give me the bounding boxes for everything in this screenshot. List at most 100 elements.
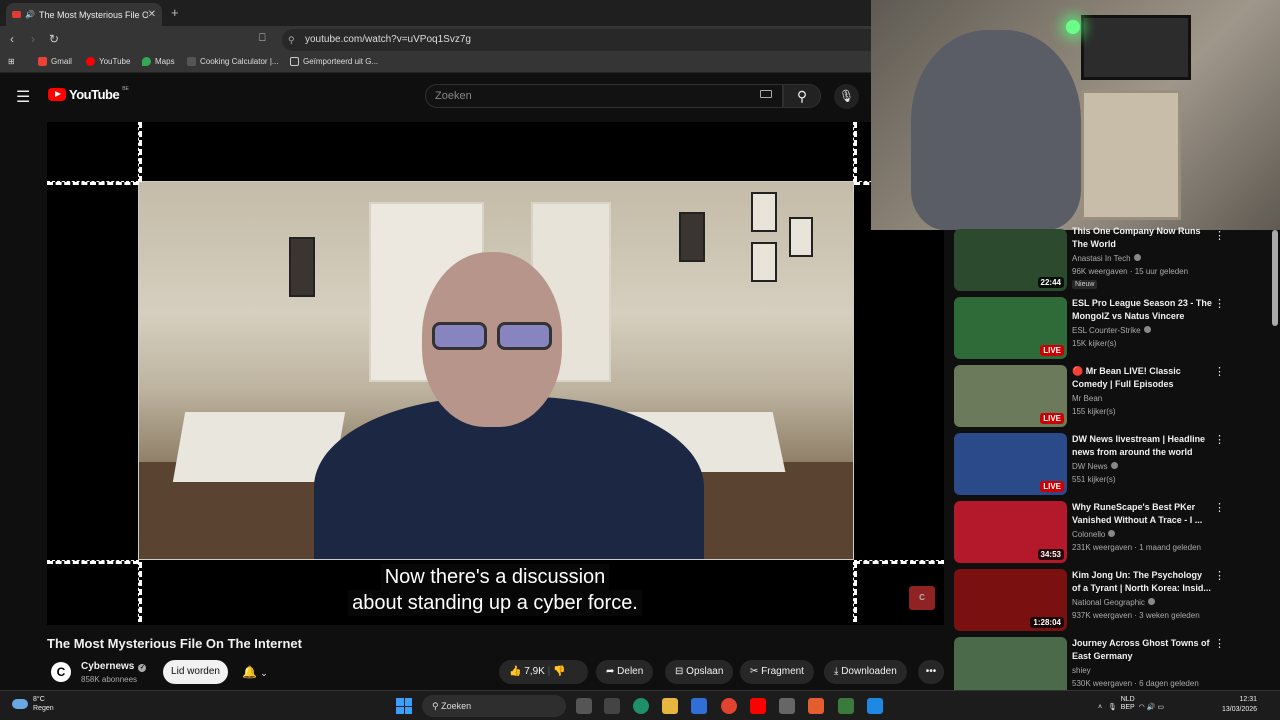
recommendation-channel[interactable]: ESL Counter-Strike <box>1072 326 1151 335</box>
youtube-app-icon[interactable] <box>750 698 766 714</box>
channel-avatar[interactable]: C <box>51 662 71 682</box>
menu-icon[interactable]: ☰ <box>16 87 30 107</box>
recommendation-channel[interactable]: Colonello <box>1072 530 1116 539</box>
recommendation-thumbnail[interactable]: LIVE <box>954 365 1067 427</box>
recommendation-title[interactable]: This One Company Now Runs The World <box>1072 225 1212 251</box>
clip-button[interactable]: ✂ Fragment <box>740 660 814 684</box>
bookmark-imported-folder[interactable]: Geïmporteerd uit G... <box>290 57 378 66</box>
recommendation-thumbnail[interactable]: 1:28:04 <box>954 569 1067 631</box>
notification-bell-button[interactable]: 🔔 ⌄ <box>238 660 282 684</box>
gmail-icon <box>38 57 47 66</box>
back-icon[interactable]: ‹ <box>10 32 14 46</box>
chevron-up-icon[interactable]: ˄ <box>1098 704 1102 711</box>
keyboard-layout[interactable]: BEP <box>1121 704 1135 711</box>
more-vert-icon[interactable]: ⋮ <box>1214 433 1225 446</box>
recommendation-thumbnail[interactable]: 22:44 <box>954 229 1067 291</box>
app-icon[interactable] <box>867 698 883 714</box>
browser-tab[interactable]: 🔊 The Most Mysterious File On ✕ <box>6 3 162 26</box>
recommendation-thumbnail[interactable]: LIVE <box>954 297 1067 359</box>
join-button[interactable]: Lid worden <box>163 660 228 684</box>
volume-icon[interactable]: 🔊 <box>1147 704 1156 711</box>
bookmark-icon[interactable]: ⎕ <box>259 32 266 45</box>
speaker-icon[interactable]: 🔊 <box>25 10 35 19</box>
brave-icon[interactable] <box>808 698 824 714</box>
recommendation-meta: 551 kijker(s) <box>1072 475 1116 484</box>
weather-widget[interactable]: 8°C Regen <box>12 695 54 713</box>
start-button[interactable] <box>396 698 412 714</box>
bookmark-cooking-calculator[interactable]: Cooking Calculator |... <box>187 57 279 66</box>
chrome-icon[interactable] <box>721 698 737 714</box>
recommendation-title[interactable]: Journey Across Ghost Towns of East Germa… <box>1072 637 1212 663</box>
recommendation-channel[interactable]: Anastasi In Tech <box>1072 254 1141 263</box>
channel-watermark-icon[interactable]: C <box>909 586 935 610</box>
site-info-icon[interactable]: ⚲ <box>288 29 295 51</box>
taskbar-search[interactable]: ⚲ Zoeken <box>422 695 566 717</box>
recommendation-item[interactable]: LIVE ESL Pro League Season 23 - The Mong… <box>954 297 1280 359</box>
recommendation-thumbnail[interactable]: LIVE <box>954 433 1067 495</box>
sidebar-scrollbar[interactable] <box>1272 230 1278 326</box>
more-vert-icon[interactable]: ⋮ <box>1214 365 1225 378</box>
save-button[interactable]: ⊟ Opslaan <box>665 660 734 684</box>
more-vert-icon[interactable]: ⋮ <box>1214 297 1225 310</box>
store-icon[interactable] <box>604 698 620 714</box>
keyboard-icon[interactable] <box>760 90 772 98</box>
recommendation-channel[interactable]: Mr Bean <box>1072 394 1102 403</box>
outlook-icon[interactable] <box>691 698 707 714</box>
recommendation-thumbnail[interactable]: 34:53 <box>954 501 1067 563</box>
like-button[interactable]: 👍 7,9K <box>509 666 545 677</box>
system-tray[interactable]: ˄ 🎙 NLD BEP ◠ 🔊 ▭ <box>1098 696 1164 712</box>
share-button[interactable]: ➦ Delen <box>596 660 654 684</box>
recommendation-channel[interactable]: DW News <box>1072 462 1118 471</box>
share-label: Delen <box>617 666 644 677</box>
recommendation-thumbnail[interactable] <box>954 637 1067 690</box>
channel-label: Colonello <box>1072 530 1106 539</box>
search-input[interactable]: Zoeken <box>425 84 783 108</box>
recommendation-item[interactable]: 1:28:04 Kim Jong Un: The Psychology of a… <box>954 569 1280 631</box>
app-icon[interactable] <box>838 698 854 714</box>
video-player[interactable]: Now there's a discussion about standing … <box>47 122 944 625</box>
apps-icon[interactable]: ⊞ <box>8 57 15 66</box>
channel-name[interactable]: Cybernews ✓ <box>81 661 147 672</box>
recommendation-item[interactable]: Journey Across Ghost Towns of East Germa… <box>954 637 1280 690</box>
recommendation-channel[interactable]: shiey <box>1072 666 1091 675</box>
voice-search-button[interactable]: 🎙 <box>834 84 859 109</box>
download-button[interactable]: ⤓ Downloaden <box>824 660 907 684</box>
language-code[interactable]: NLD <box>1121 696 1135 703</box>
bookmark-youtube[interactable]: YouTube <box>86 57 130 66</box>
scissors-icon: ✂ <box>750 666 759 677</box>
taskbar-search-label: Zoeken <box>441 701 472 711</box>
more-vert-icon[interactable]: ⋮ <box>1214 229 1225 242</box>
close-tab-icon[interactable]: ✕ <box>148 9 156 20</box>
edge-icon[interactable] <box>633 698 649 714</box>
youtube-logo[interactable]: YouTube BE <box>48 86 129 102</box>
reload-icon[interactable]: ↻ <box>49 32 59 46</box>
file-explorer-icon[interactable] <box>662 698 678 714</box>
bookmark-gmail[interactable]: Gmail <box>38 57 72 66</box>
recommendation-meta: 15K kijker(s) <box>1072 339 1117 348</box>
recommendation-title[interactable]: ESL Pro League Season 23 - The MongolZ v… <box>1072 297 1212 323</box>
recommendation-channel[interactable]: National Geographic <box>1072 598 1155 607</box>
more-vert-icon[interactable]: ⋮ <box>1214 501 1225 514</box>
forward-icon[interactable]: › <box>31 32 35 46</box>
search-button[interactable]: ⚲ <box>783 84 821 108</box>
recommendation-title[interactable]: DW News livestream | Headline news from … <box>1072 433 1212 459</box>
more-vert-icon[interactable]: ⋮ <box>1214 569 1225 582</box>
clock[interactable]: 12:31 13/03/2026 <box>1222 695 1257 715</box>
bookmark-maps[interactable]: Maps <box>142 57 175 66</box>
microphone-tray-icon[interactable]: 🎙 <box>1108 704 1117 711</box>
new-tab-button[interactable]: + <box>171 5 179 20</box>
battery-icon[interactable]: ▭ <box>1157 704 1164 711</box>
recommendation-title[interactable]: 🔴 Mr Bean LIVE! Classic Comedy | Full Ep… <box>1072 365 1212 391</box>
task-view-icon[interactable] <box>576 698 592 714</box>
recommendation-title[interactable]: Why RuneScape's Best PKer Vanished Witho… <box>1072 501 1212 527</box>
recommendation-item[interactable]: LIVE 🔴 Mr Bean LIVE! Classic Comedy | Fu… <box>954 365 1280 427</box>
recommendation-item[interactable]: 22:44 This One Company Now Runs The Worl… <box>954 226 1280 291</box>
dislike-button[interactable]: 👎 <box>553 666 565 677</box>
recommendation-title[interactable]: Kim Jong Un: The Psychology of a Tyrant … <box>1072 569 1212 595</box>
calculator-icon[interactable] <box>779 698 795 714</box>
wifi-icon[interactable]: ◠ <box>1139 704 1145 711</box>
more-actions-button[interactable]: ••• <box>918 660 944 684</box>
more-vert-icon[interactable]: ⋮ <box>1214 637 1225 650</box>
recommendation-item[interactable]: LIVE DW News livestream | Headline news … <box>954 433 1280 495</box>
recommendation-item[interactable]: 34:53 Why RuneScape's Best PKer Vanished… <box>954 501 1280 563</box>
